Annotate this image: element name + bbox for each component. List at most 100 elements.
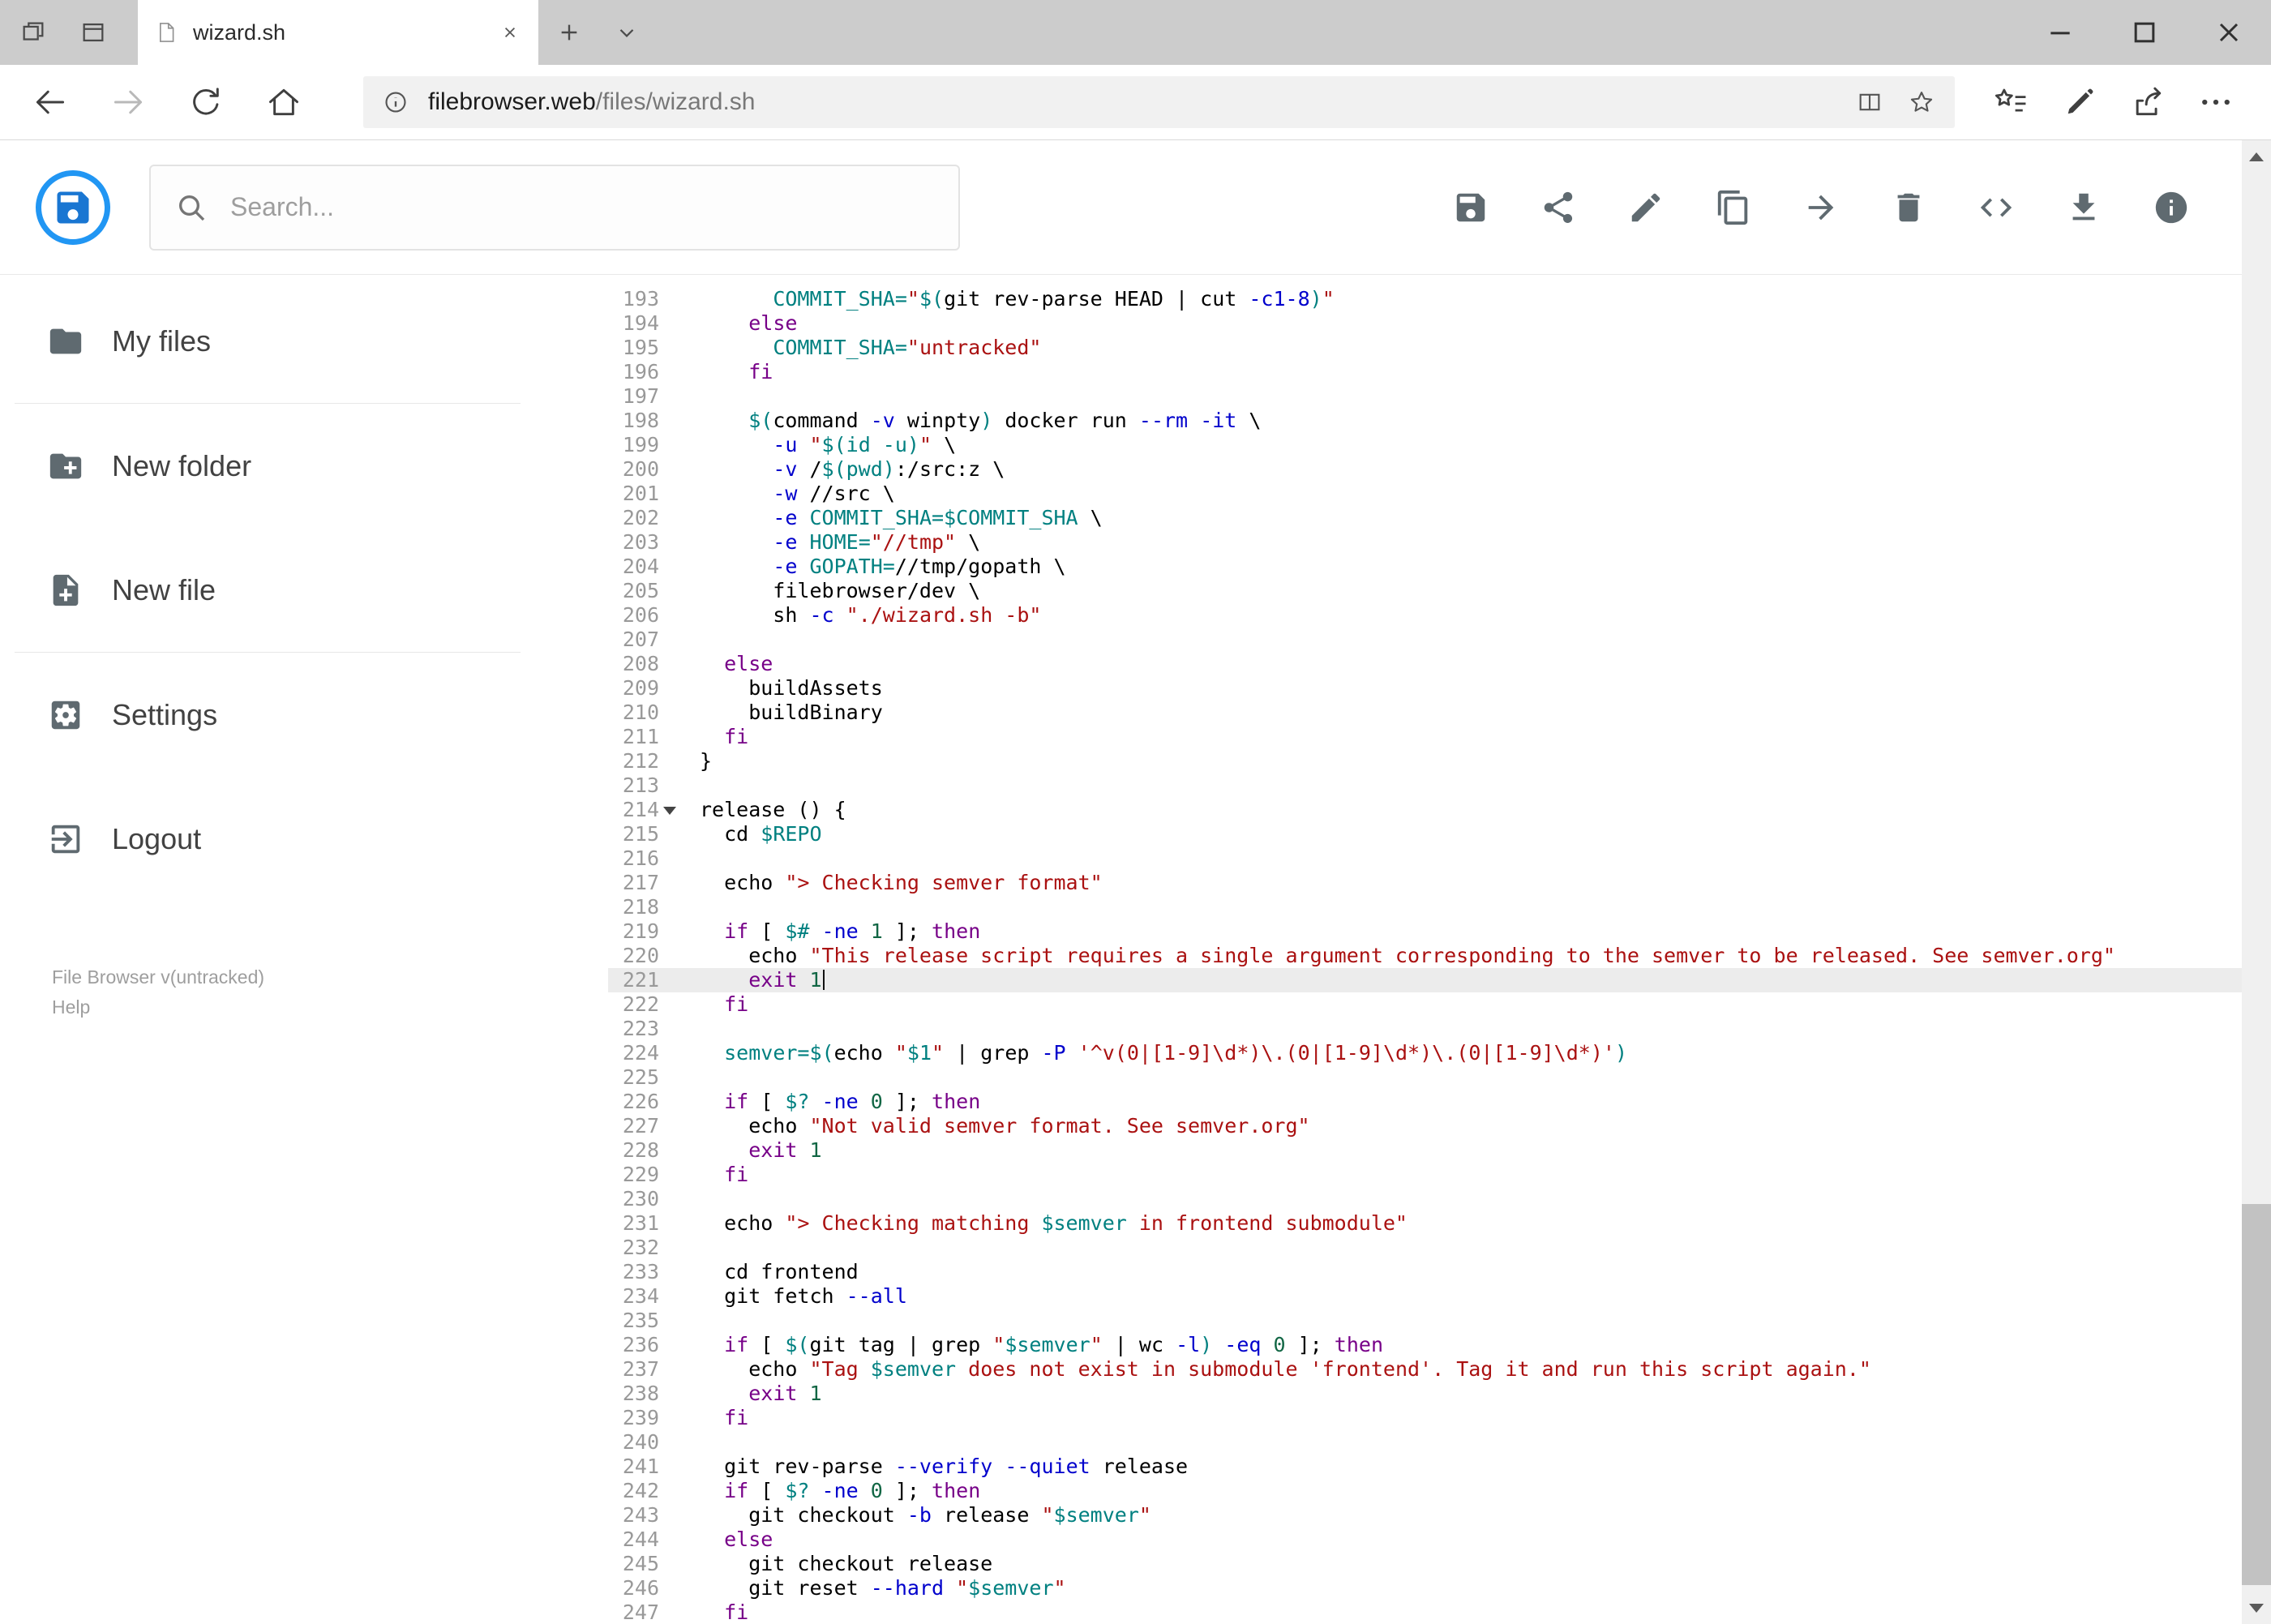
code-line[interactable]: 223 [608,1017,2242,1041]
code-line[interactable]: 209 buildAssets [608,676,2242,701]
browser-menu-icon[interactable] [2182,65,2250,139]
code-line[interactable]: 199 -u "$(id -u)" \ [608,433,2242,457]
code-line[interactable]: 233 cd frontend [608,1260,2242,1284]
code-line[interactable]: 216 [608,846,2242,871]
back-button[interactable] [11,65,89,139]
help-link[interactable]: Help [52,992,264,1022]
code-line[interactable]: 213 [608,773,2242,798]
edit-button[interactable] [1627,189,1665,226]
search-box[interactable] [149,164,960,251]
code-line[interactable]: 215 cd $REPO [608,822,2242,846]
code-line[interactable]: 194 else [608,311,2242,336]
refresh-button[interactable] [167,65,245,139]
address-bar[interactable]: filebrowser.web/files/wizard.sh [363,76,1955,128]
code-line[interactable]: 201 -w //src \ [608,482,2242,506]
minimize-button[interactable] [2018,0,2102,65]
code-line[interactable]: 197 [608,384,2242,409]
code-line[interactable]: 222 fi [608,992,2242,1017]
code-line[interactable]: 210 buildBinary [608,701,2242,725]
code-line[interactable]: 244 else [608,1528,2242,1552]
code-line[interactable]: 204 -e GOPATH=//tmp/gopath \ [608,555,2242,579]
code-editor[interactable]: 193 COMMIT_SHA="$(git rev-parse HEAD | c… [608,275,2242,1624]
code-line[interactable]: 236 if [ $(git tag | grep "$semver" | wc… [608,1333,2242,1357]
favorites-hub-icon[interactable] [1977,65,2046,139]
code-line[interactable]: 220 echo "This release script requires a… [608,944,2242,968]
home-button[interactable] [245,65,323,139]
code-line[interactable]: 229 fi [608,1163,2242,1187]
scrollbar-thumb[interactable] [2242,1204,2271,1585]
code-line[interactable]: 238 exit 1 [608,1382,2242,1406]
site-info-icon[interactable] [383,89,409,115]
reading-view-icon[interactable] [1856,88,1883,116]
tab-preview-chevron-icon[interactable] [600,0,653,65]
info-button[interactable] [2153,189,2190,226]
code-line[interactable]: 219 if [ $# -ne 1 ]; then [608,919,2242,944]
code-line[interactable]: 227 echo "Not valid semver format. See s… [608,1114,2242,1138]
code-line[interactable]: 237 echo "Tag $semver does not exist in … [608,1357,2242,1382]
code-view-button[interactable] [1977,189,2015,226]
code-line[interactable]: 195 COMMIT_SHA="untracked" [608,336,2242,360]
code-line[interactable]: 206 sh -c "./wizard.sh -b" [608,603,2242,628]
filebrowser-logo[interactable] [36,169,110,245]
code-line[interactable]: 230 [608,1187,2242,1211]
tabs-preview-icon[interactable] [79,19,107,46]
save-button[interactable] [1452,189,1489,226]
code-line[interactable]: 247 fi [608,1600,2242,1624]
scroll-up-icon[interactable] [2242,140,2271,173]
code-line[interactable]: 202 -e COMMIT_SHA=$COMMIT_SHA \ [608,506,2242,530]
page-scrollbar[interactable] [2242,140,2271,1624]
share-page-icon[interactable] [2114,65,2182,139]
code-line[interactable]: 235 [608,1309,2242,1333]
code-line[interactable]: 243 git checkout -b release "$semver" [608,1503,2242,1528]
sidebar-item-logout[interactable]: Logout [0,777,535,901]
code-line[interactable]: 221 exit 1 [608,968,2242,992]
code-line[interactable]: 224 semver=$(echo "$1" | grep -P '^v(0|[… [608,1041,2242,1065]
code-line[interactable]: 240 [608,1430,2242,1455]
favorite-star-icon[interactable] [1908,88,1935,116]
code-line[interactable]: 196 fi [608,360,2242,384]
code-line[interactable]: 242 if [ $? -ne 0 ]; then [608,1479,2242,1503]
fold-arrow-icon[interactable] [663,807,676,815]
code-line[interactable]: 228 exit 1 [608,1138,2242,1163]
close-button[interactable] [2187,0,2271,65]
code-line[interactable]: 241 git rev-parse --verify --quiet relea… [608,1455,2242,1479]
code-line[interactable]: 245 git checkout release [608,1552,2242,1576]
code-line[interactable]: 234 git fetch --all [608,1284,2242,1309]
sidebar-item-settings[interactable]: Settings [0,653,535,777]
code-line[interactable]: 212} [608,749,2242,773]
download-button[interactable] [2065,189,2102,226]
search-input[interactable] [229,191,934,223]
code-line[interactable]: 217 echo "> Checking semver format" [608,871,2242,895]
browser-tab[interactable]: wizard.sh [138,0,538,65]
copy-button[interactable] [1715,189,1752,226]
sidebar-item-my-files[interactable]: My files [0,279,535,403]
code-line[interactable]: 226 if [ $? -ne 0 ]; then [608,1090,2242,1114]
web-note-pen-icon[interactable] [2046,65,2114,139]
code-line[interactable]: 231 echo "> Checking matching $semver in… [608,1211,2242,1236]
code-line[interactable]: 198 $(command -v winpty) docker run --rm… [608,409,2242,433]
new-tab-button[interactable] [538,0,600,65]
code-line[interactable]: 205 filebrowser/dev \ [608,579,2242,603]
code-line[interactable]: 193 COMMIT_SHA="$(git rev-parse HEAD | c… [608,287,2242,311]
code-line[interactable]: 225 [608,1065,2242,1090]
share-button[interactable] [1540,189,1577,226]
forward-button[interactable] [89,65,167,139]
code-line[interactable]: 207 [608,628,2242,652]
sidebar-item-new-folder[interactable]: New folder [0,404,535,528]
code-line[interactable]: 208 else [608,652,2242,676]
code-line[interactable]: 211 fi [608,725,2242,749]
code-line[interactable]: 200 -v /$(pwd):/src:z \ [608,457,2242,482]
code-line[interactable]: 203 -e HOME="//tmp" \ [608,530,2242,555]
scroll-down-icon[interactable] [2242,1592,2271,1624]
tab-close-icon[interactable] [499,22,521,43]
code-line[interactable]: 246 git reset --hard "$semver" [608,1576,2242,1600]
maximize-button[interactable] [2102,0,2187,65]
delete-button[interactable] [1890,189,1927,226]
code-line[interactable]: 232 [608,1236,2242,1260]
code-line[interactable]: 218 [608,895,2242,919]
sidebar-item-new-file[interactable]: New file [0,528,535,652]
set-tabs-aside-icon[interactable] [19,19,47,46]
move-button[interactable] [1802,189,1840,226]
code-line[interactable]: 214 release () { [608,798,2242,822]
code-line[interactable]: 239 fi [608,1406,2242,1430]
